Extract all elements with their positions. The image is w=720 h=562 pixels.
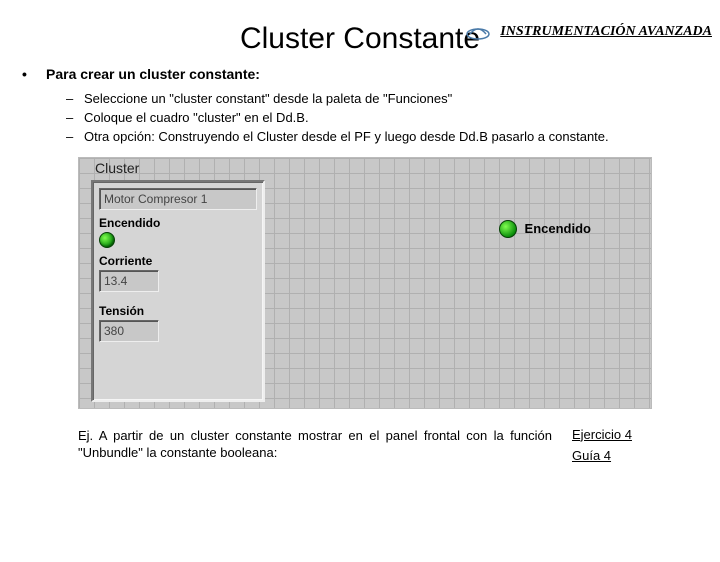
bool-label: Encendido	[99, 216, 263, 230]
block-diagram: Cluster Motor Compresor 1 Encendido Corr…	[78, 157, 652, 409]
cluster-name-field: Motor Compresor 1	[99, 188, 257, 210]
sub-item: – Seleccione un "cluster constant" desde…	[66, 90, 692, 109]
main-bullet: • Para crear un cluster constante:	[18, 66, 692, 82]
output-indicator: Encendido	[499, 220, 591, 238]
led-on-icon	[99, 232, 115, 248]
sub-bullet-list: – Seleccione un "cluster constant" desde…	[66, 90, 692, 147]
exercise-link[interactable]: Ejercicio 4	[572, 427, 662, 442]
sub-item-text: Otra opción: Construyendo el Cluster des…	[84, 128, 692, 147]
sub-item-text: Coloque el cuadro "cluster" en el Dd.B.	[84, 109, 692, 128]
cluster-title: Cluster	[95, 160, 139, 176]
guide-link[interactable]: Guía 4	[572, 448, 662, 463]
bullet-icon: •	[18, 66, 46, 82]
dash-icon: –	[66, 90, 84, 109]
sub-item: – Otra opción: Construyendo el Cluster d…	[66, 128, 692, 147]
output-label: Encendido	[525, 221, 591, 236]
dash-icon: –	[66, 128, 84, 147]
tension-label: Tensión	[99, 304, 263, 318]
brand-text: INSTRUMENTACIÓN AVANZADA	[500, 24, 712, 40]
footer-links: Ejercicio 4 Guía 4	[572, 427, 662, 469]
footer-example-text: Ej. A partir de un cluster constante mos…	[78, 427, 552, 462]
main-bullet-text: Para crear un cluster constante:	[46, 66, 260, 82]
tension-field: 380	[99, 320, 159, 342]
sub-item: – Coloque el cuadro "cluster" en el Dd.B…	[66, 109, 692, 128]
corriente-label: Corriente	[99, 254, 263, 268]
cluster-constant-box: Motor Compresor 1 Encendido Corriente 13…	[91, 180, 265, 402]
brand-logo-icon	[466, 22, 490, 40]
dash-icon: –	[66, 109, 84, 128]
led-on-icon	[499, 220, 517, 238]
corriente-field: 13.4	[99, 270, 159, 292]
sub-item-text: Seleccione un "cluster constant" desde l…	[84, 90, 692, 109]
